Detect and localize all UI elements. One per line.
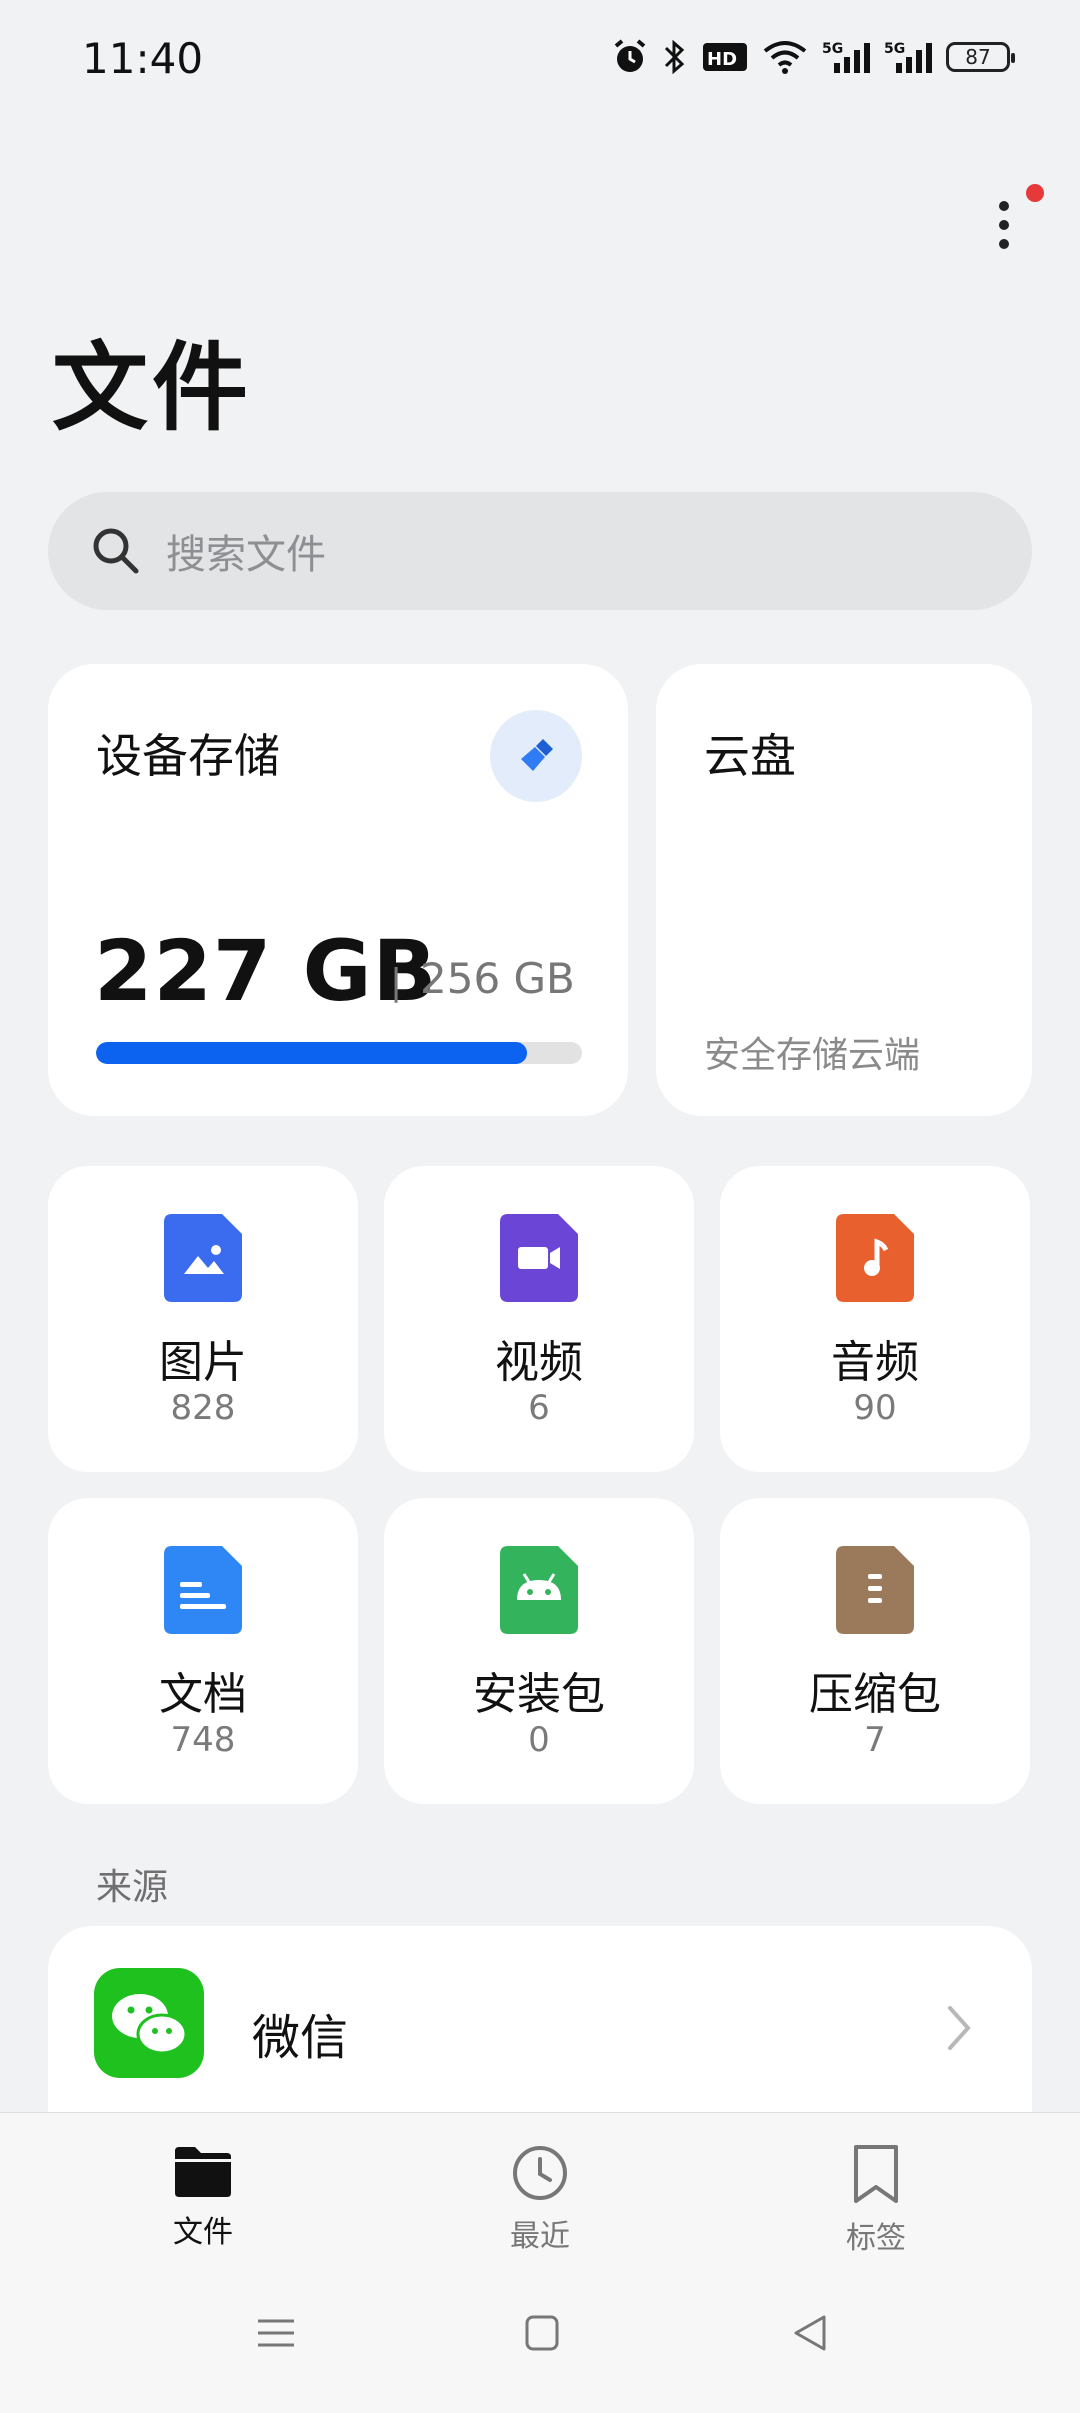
android-icon bbox=[500, 1546, 578, 1634]
battery-indicator: 87 bbox=[946, 42, 1015, 72]
more-dot bbox=[999, 220, 1009, 230]
video-icon bbox=[500, 1214, 578, 1302]
category-label: 安装包 bbox=[473, 1669, 605, 1720]
category-label: 图片 bbox=[159, 1337, 247, 1388]
category-label: 音频 bbox=[831, 1337, 919, 1388]
category-audio[interactable]: 音频 90 bbox=[720, 1166, 1030, 1472]
clean-button[interactable] bbox=[490, 710, 582, 802]
category-videos[interactable]: 视频 6 bbox=[384, 1166, 694, 1472]
category-archives[interactable]: 压缩包 7 bbox=[720, 1498, 1030, 1804]
svg-text:5G: 5G bbox=[884, 41, 905, 57]
category-label: 文档 bbox=[159, 1669, 247, 1720]
wechat-icon bbox=[94, 1968, 204, 2078]
category-label: 压缩包 bbox=[809, 1669, 941, 1720]
storage-progress-fill bbox=[96, 1042, 528, 1064]
search-placeholder: 搜索文件 bbox=[166, 532, 326, 578]
more-dot bbox=[999, 201, 1009, 211]
status-icons: HD 5G 5G 87 bbox=[612, 38, 1015, 76]
tab-label: 文件 bbox=[173, 2215, 233, 2250]
storage-title: 设备存储 bbox=[96, 729, 280, 783]
signal-5g-icon: 5G bbox=[884, 41, 932, 73]
search-bar[interactable]: 搜索文件 bbox=[48, 492, 1032, 610]
more-dot bbox=[999, 239, 1009, 249]
storage-used: 227 GB bbox=[94, 922, 438, 1020]
storage-progress-bar bbox=[96, 1042, 582, 1064]
music-icon bbox=[836, 1214, 914, 1302]
category-documents[interactable]: 文档 748 bbox=[48, 1498, 358, 1804]
folder-icon bbox=[175, 2147, 231, 2197]
cloud-drive-card[interactable]: 云盘 安全存储云端 bbox=[656, 664, 1032, 1116]
search-icon bbox=[93, 528, 139, 574]
category-count: 0 bbox=[528, 1720, 550, 1760]
sources-heading: 来源 bbox=[96, 1867, 169, 1908]
category-count: 828 bbox=[170, 1388, 236, 1428]
source-label: 微信 bbox=[252, 2010, 349, 2066]
more-options-button[interactable] bbox=[974, 190, 1034, 260]
battery-level: 87 bbox=[965, 45, 991, 69]
tab-label: 最近 bbox=[510, 2219, 570, 2254]
wifi-icon bbox=[763, 41, 807, 74]
document-icon bbox=[164, 1546, 242, 1634]
category-images[interactable]: 图片 828 bbox=[48, 1166, 358, 1472]
archive-icon bbox=[836, 1546, 914, 1634]
tab-files[interactable]: 文件 bbox=[103, 2143, 303, 2251]
image-icon bbox=[164, 1214, 242, 1302]
category-count: 6 bbox=[528, 1388, 550, 1428]
category-count: 90 bbox=[853, 1388, 897, 1428]
bluetooth-icon bbox=[664, 39, 685, 75]
storage-separator: | bbox=[390, 962, 403, 1003]
notification-dot bbox=[1026, 184, 1044, 202]
bottom-navigation: 文件 最近 标签 bbox=[0, 2112, 1080, 2413]
back-icon[interactable] bbox=[790, 2313, 830, 2353]
svg-text:5G: 5G bbox=[822, 41, 843, 57]
category-apks[interactable]: 安装包 0 bbox=[384, 1498, 694, 1804]
tab-label: 标签 bbox=[846, 2221, 906, 2256]
category-count: 7 bbox=[864, 1720, 886, 1760]
category-count: 748 bbox=[170, 1720, 236, 1760]
hd-icon: HD bbox=[703, 43, 747, 71]
storage-total: 256 GB bbox=[420, 954, 575, 1003]
broom-icon bbox=[521, 739, 553, 771]
home-icon[interactable] bbox=[524, 2313, 560, 2353]
bookmark-icon bbox=[854, 2145, 898, 2203]
chevron-right-icon bbox=[948, 2006, 971, 2050]
signal-5g-icon: 5G bbox=[822, 41, 870, 73]
cloud-subtitle: 安全存储云端 bbox=[704, 1035, 921, 1076]
clock-icon bbox=[513, 2146, 567, 2200]
tab-tags[interactable]: 标签 bbox=[776, 2143, 976, 2257]
device-storage-card[interactable]: 设备存储 227 GB | 256 GB bbox=[48, 664, 628, 1116]
alarm-icon bbox=[614, 39, 646, 72]
category-label: 视频 bbox=[495, 1337, 583, 1388]
cloud-title: 云盘 bbox=[704, 729, 796, 783]
svg-text:HD: HD bbox=[707, 49, 737, 70]
page-title: 文件 bbox=[52, 332, 252, 444]
menu-icon[interactable] bbox=[256, 2313, 296, 2353]
status-time: 11:40 bbox=[82, 34, 204, 83]
tab-recent[interactable]: 最近 bbox=[440, 2143, 640, 2255]
